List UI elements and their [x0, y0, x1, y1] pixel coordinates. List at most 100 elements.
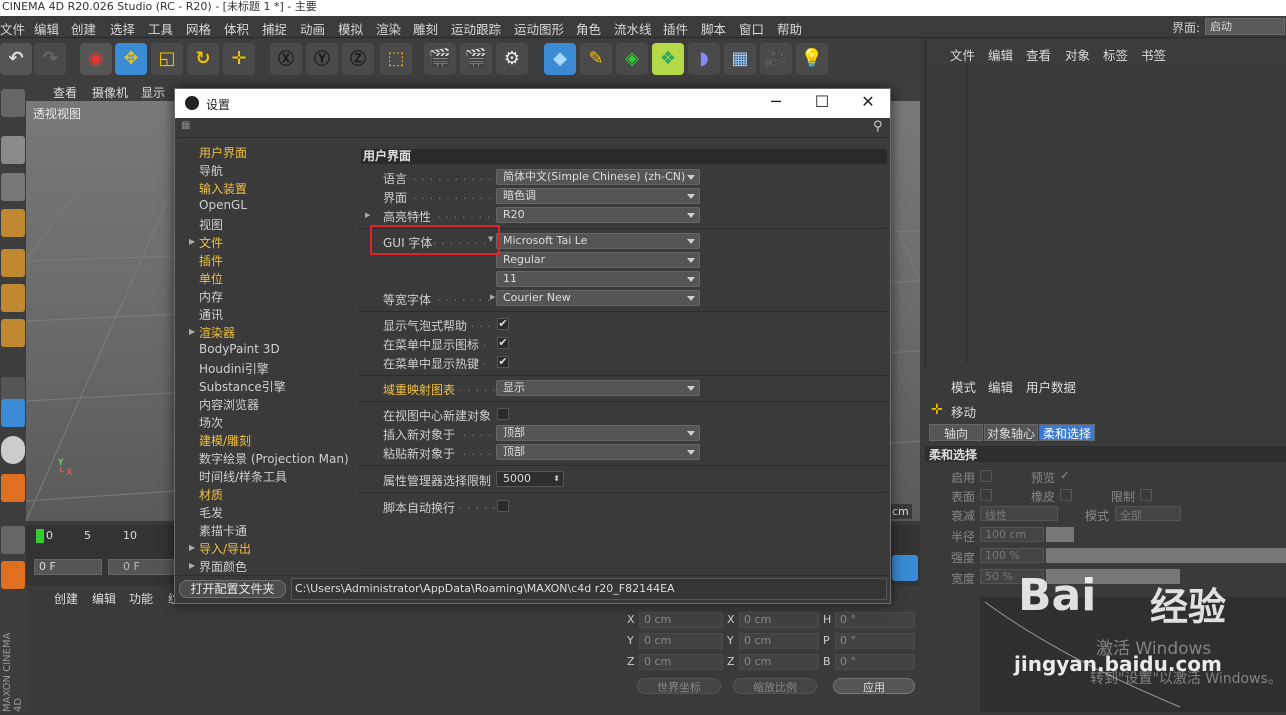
z-axis-button[interactable]: Ⓩ	[342, 43, 374, 75]
highlight-select[interactable]: R20	[496, 207, 700, 223]
coord-size-y[interactable]: 0 cm	[739, 633, 819, 649]
cube-button[interactable]: ◆	[544, 43, 576, 75]
nav-item-interface-colors[interactable]: 界面颜色	[199, 558, 247, 575]
viewport-menu-camera[interactable]: 摄像机	[92, 84, 128, 101]
am-menu-userdata[interactable]: 用户数据	[1026, 377, 1076, 396]
nav-item-houdini[interactable]: Houdini引擎	[199, 360, 269, 377]
am-menu-edit[interactable]: 编辑	[988, 377, 1013, 396]
render-picture-viewer-button[interactable]: 🎬	[460, 43, 492, 75]
viewport-menu-view[interactable]: 查看	[53, 84, 77, 101]
live-select-button[interactable]: ◉	[80, 43, 112, 75]
nav-item-renderer[interactable]: 渲染器	[199, 324, 235, 341]
config-path-field[interactable]: C:\Users\Administrator\AppData\Roaming\M…	[291, 578, 887, 600]
rotate-tool-button[interactable]: ↻	[187, 43, 219, 75]
light-button[interactable]: 💡	[796, 43, 828, 75]
am-falloff-select[interactable]: 线性	[980, 506, 1058, 522]
menu-script[interactable]: 脚本	[701, 19, 726, 38]
nav-expand-icon[interactable]: ▶	[189, 543, 195, 552]
am-strength-field[interactable]: 100 %	[980, 548, 1044, 563]
minimize-icon[interactable]: ─	[761, 92, 791, 111]
menu-sculpt[interactable]: 雕刻	[413, 19, 438, 38]
nav-expand-icon[interactable]: ▶	[189, 561, 195, 570]
am-radius-slider[interactable]	[1046, 527, 1074, 542]
menu-tools[interactable]: 工具	[148, 19, 173, 38]
menu-edit[interactable]: 编辑	[34, 19, 59, 38]
field-map-select[interactable]: 显示	[496, 380, 700, 396]
polygons-mode-button[interactable]	[1, 319, 25, 347]
expand-arrow-icon[interactable]: ▶	[365, 211, 370, 219]
make-editable-button[interactable]	[1, 89, 25, 117]
x-axis-button[interactable]: Ⓧ	[270, 43, 302, 75]
undo-button[interactable]: ↶	[0, 43, 32, 75]
coord-size-z[interactable]: 0 cm	[739, 654, 819, 670]
redo-button[interactable]: ↷	[34, 43, 66, 75]
edges-mode-button[interactable]	[1, 284, 25, 312]
menu-file[interactable]: 文件	[0, 19, 25, 38]
coord-pos-y[interactable]: 0 cm	[639, 633, 723, 649]
am-tab-soft-selection[interactable]: 柔和选择	[1039, 424, 1095, 441]
am-surface-checkbox[interactable]	[980, 489, 992, 501]
pen-button[interactable]: ✎	[580, 43, 612, 75]
nav-item-files[interactable]: 文件	[199, 234, 223, 251]
bottom-menu-edit[interactable]: 编辑	[92, 590, 116, 607]
playhead[interactable]	[36, 529, 44, 543]
camera-button[interactable]: 🎥	[760, 43, 792, 75]
lock-workplane-button[interactable]	[1, 526, 25, 554]
workplane-button[interactable]	[1, 209, 25, 237]
om-menu-file[interactable]: 文件	[950, 45, 975, 64]
nav-item-view[interactable]: 视图	[199, 216, 223, 233]
om-menu-tags[interactable]: 标签	[1103, 45, 1128, 64]
stepper-icon[interactable]: ⬍	[553, 472, 560, 486]
nav-item-takes[interactable]: 场次	[199, 414, 223, 431]
menu-mograph[interactable]: 运动图形	[514, 19, 564, 38]
menu-create[interactable]: 创建	[71, 19, 96, 38]
coord-rot-h[interactable]: 0 °	[835, 612, 915, 628]
coord-system-button[interactable]: ⬚	[380, 43, 412, 75]
texture-mode-button[interactable]	[1, 173, 25, 201]
am-enable-checkbox[interactable]	[980, 470, 992, 482]
insert-new-select[interactable]: 顶部	[496, 425, 700, 441]
nav-item-materials[interactable]: 材质	[199, 486, 223, 503]
om-menu-view[interactable]: 查看	[1026, 45, 1051, 64]
nav-item-import-export[interactable]: 导入/导出	[199, 540, 251, 557]
apply-button[interactable]: 应用	[833, 678, 915, 694]
menu-help[interactable]: 帮助	[777, 19, 802, 38]
render-view-button[interactable]: 🎬	[424, 43, 456, 75]
menu-hotkeys-checkbox[interactable]: ✔	[497, 356, 509, 368]
subdivision-button[interactable]: ◈	[616, 43, 648, 75]
am-tab-axis[interactable]: 轴向	[929, 424, 983, 441]
new-obj-center-checkbox[interactable]	[497, 408, 509, 420]
nav-expand-icon[interactable]: ▶	[189, 237, 195, 246]
gui-font-select[interactable]: Microsoft Tai Le	[496, 233, 700, 249]
coord-size-x[interactable]: 0 cm	[739, 612, 819, 628]
magnet-button[interactable]	[1, 474, 25, 502]
search-icon[interactable]: ⚲	[873, 119, 883, 134]
menu-animate[interactable]: 动画	[300, 19, 325, 38]
menu-render[interactable]: 渲染	[376, 19, 401, 38]
am-rubber-checkbox[interactable]	[1060, 489, 1072, 501]
menu-pipeline[interactable]: 流水线	[614, 19, 652, 38]
menu-simulate[interactable]: 模拟	[338, 19, 363, 38]
start-frame-field[interactable]: 0 F	[108, 559, 176, 575]
recent-tool-button[interactable]: ✛	[223, 43, 255, 75]
points-mode-button[interactable]	[1, 249, 25, 277]
nav-item-projection-man[interactable]: 数字绘景 (Projection Man)	[199, 450, 349, 467]
bubble-help-checkbox[interactable]: ✔	[497, 318, 509, 330]
render-settings-button[interactable]: ⚙	[496, 43, 528, 75]
coord-pos-x[interactable]: 0 cm	[639, 612, 723, 628]
scale-tool-button[interactable]: ◱	[151, 43, 183, 75]
nav-item-opengl[interactable]: OpenGL	[199, 198, 247, 212]
menu-icons-checkbox[interactable]: ✔	[497, 337, 509, 349]
menu-plugins[interactable]: 插件	[663, 19, 688, 38]
world-coord-select[interactable]: 世界坐标	[637, 678, 721, 694]
model-mode-button[interactable]	[1, 136, 25, 164]
nav-item-sketch-toon[interactable]: 素描卡通	[199, 522, 247, 539]
y-axis-button[interactable]: Ⓨ	[306, 43, 338, 75]
nav-item-substance[interactable]: Substance引擎	[199, 378, 286, 395]
font-picker-arrow-icon[interactable]: ▶	[490, 293, 495, 301]
menu-mesh[interactable]: 网格	[186, 19, 211, 38]
deformer-button[interactable]: ◗	[688, 43, 720, 75]
menu-snap[interactable]: 捕捉	[262, 19, 287, 38]
move-tool-button[interactable]: ✥	[115, 43, 147, 75]
coord-rot-p[interactable]: 0 °	[835, 633, 915, 649]
